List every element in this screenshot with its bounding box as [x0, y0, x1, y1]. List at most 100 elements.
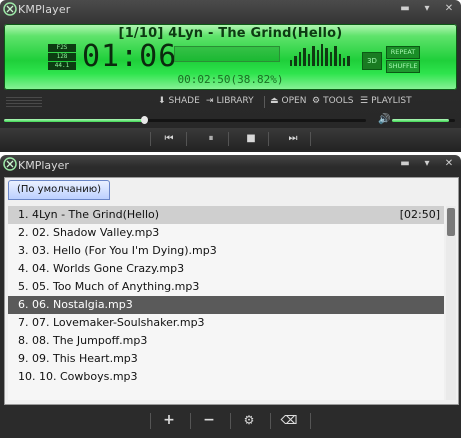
remove-icon[interactable]: −	[198, 410, 220, 430]
playlist-window: KMPlayer ▬ ▾ ✕ (По умолчанию) 1. 4Lyn - …	[0, 155, 461, 438]
speaker-icon[interactable]: 🔊	[378, 114, 390, 126]
playlist-item-label: 10. 10. Cowboys.mp3	[18, 370, 138, 383]
clear-icon[interactable]: ⌫	[278, 410, 300, 430]
volume-fill	[392, 119, 449, 122]
minimize-icon[interactable]: ▬	[399, 158, 411, 170]
playlist-item[interactable]: 4. 04. Worlds Gone Crazy.mp3	[8, 260, 444, 278]
kmplayer-logo-icon	[3, 157, 17, 171]
spectrum-bar	[325, 48, 328, 66]
playlist-item-label: 9. 09. This Heart.mp3	[18, 352, 138, 365]
previous-icon[interactable]: ⏮	[158, 131, 180, 147]
playlist-tab-default[interactable]: (По умолчанию)	[8, 180, 110, 200]
bottom-divider	[190, 413, 191, 429]
list-icon: ☰	[360, 96, 369, 106]
player-window: KMPlayer ▬ ▾ ✕ [1/10] 4Lyn - The Grind(H…	[0, 0, 461, 152]
playlist-list: 1. 4Lyn - The Grind(Hello) [02:50] 2. 02. …	[8, 206, 444, 400]
drag-grip[interactable]	[6, 97, 42, 107]
shade-icon: ⬇	[158, 96, 166, 106]
spectrum-bar	[298, 52, 302, 66]
playlist-item[interactable]: 6. 06. Nostalgia.mp3	[8, 296, 444, 314]
samplerate-badge: 44.1	[48, 62, 76, 70]
bottom-divider	[230, 413, 231, 429]
open-button[interactable]: ⏏ OPEN	[270, 96, 306, 106]
bottom-divider	[310, 413, 311, 429]
playlist-item-label: 4. 04. Worlds Gone Crazy.mp3	[18, 262, 185, 275]
playlist-scrollbar[interactable]	[446, 206, 456, 400]
spectrum-visualizer	[290, 42, 350, 66]
spectrum-bar	[343, 58, 346, 66]
spectrum-bar	[338, 54, 342, 66]
format-badge: F2S	[48, 44, 76, 52]
stream-info-badges: F2S 128 44.1	[48, 44, 76, 71]
playlist-item-label: 8. 08. The Jumpoff.mp3	[18, 334, 148, 347]
transport-divider	[228, 132, 229, 146]
settings-icon[interactable]: ⚙	[238, 410, 260, 430]
playlist-app-title: KMPlayer	[18, 159, 69, 172]
toolbar-divider	[264, 96, 265, 108]
shuffle-button[interactable]: SHUFFLE	[386, 60, 420, 73]
minimize-icon[interactable]: ▬	[399, 3, 411, 15]
spectrum-bar	[290, 60, 293, 66]
seek-handle[interactable]	[141, 116, 148, 124]
repeat-button[interactable]: REPEAT	[386, 46, 420, 59]
close-icon[interactable]: ✕	[443, 158, 455, 170]
playlist-titlebar[interactable]: KMPlayer ▬ ▾ ✕	[0, 155, 461, 175]
playlist-button[interactable]: ☰ PLAYLIST	[360, 96, 412, 106]
app-title: KMPlayer	[18, 3, 71, 16]
playlist-item[interactable]: 2. 02. Shadow Valley.mp3	[8, 224, 444, 242]
playlist-item-duration: [02:50]	[399, 208, 440, 221]
3d-button[interactable]: 3D	[362, 52, 382, 70]
spectrum-bar	[312, 46, 315, 66]
playlist-item[interactable]: 9. 09. This Heart.mp3	[8, 350, 444, 368]
playlist-item[interactable]: 10. 10. Cowboys.mp3	[8, 368, 444, 386]
playlist-panel: (По умолчанию) 1. 4Lyn - The Grind(Hello…	[4, 177, 459, 405]
scrollbar-thumb[interactable]	[447, 208, 455, 236]
spectrum-bar	[334, 46, 337, 66]
player-toolbar: ⬇ SHADE ⇥ LIBRARY ⏏ OPEN ⚙ TOOLS ☰ PLAYLIST	[0, 94, 461, 110]
library-button[interactable]: ⇥ LIBRARY	[206, 96, 254, 106]
tools-button[interactable]: ⚙ TOOLS	[312, 96, 353, 106]
pause-icon[interactable]: ⏸	[200, 131, 222, 147]
transport-divider	[310, 132, 311, 146]
shade-button[interactable]: ⬇ SHADE	[158, 96, 200, 106]
playlist-item[interactable]: 8. 08. The Jumpoff.mp3	[8, 332, 444, 350]
playlist-item-label: 6. 06. Nostalgia.mp3	[18, 298, 133, 311]
add-icon[interactable]: +	[158, 410, 180, 430]
transport-divider	[150, 132, 151, 146]
playlist-item[interactable]: 1. 4Lyn - The Grind(Hello) [02:50]	[8, 206, 444, 224]
playlist-item[interactable]: 7. 07. Lovemaker-Soulshaker.mp3	[8, 314, 444, 332]
time-display[interactable]: 01:06	[82, 39, 177, 74]
now-playing-title: [1/10] 4Lyn - The Grind(Hello)	[118, 26, 343, 41]
close-icon[interactable]: ✕	[443, 3, 455, 15]
playlist-bottom-bar: + − ⚙ ⌫	[0, 407, 461, 435]
bottom-divider	[270, 413, 271, 429]
eject-icon: ⏏	[270, 96, 279, 106]
spectrum-bar	[294, 56, 297, 66]
maximize-icon[interactable]: ▾	[421, 3, 433, 15]
lcd-display: [1/10] 4Lyn - The Grind(Hello) F2S 128 4…	[4, 24, 457, 90]
next-icon[interactable]: ⏭	[282, 131, 304, 147]
transport-divider	[268, 132, 269, 146]
library-icon: ⇥	[206, 96, 214, 106]
spectrum-bar	[316, 50, 319, 66]
bottom-divider	[150, 413, 151, 429]
playlist-item-label: 3. 03. Hello (For You I'm Dying).mp3	[18, 244, 217, 257]
spectrum-bar	[347, 56, 350, 66]
playlist-item[interactable]: 5. 05. Too Much of Anything.mp3	[8, 278, 444, 296]
seek-area: 🔊	[0, 114, 461, 126]
playlist-item-label: 2. 02. Shadow Valley.mp3	[18, 226, 160, 239]
spectrum-bar	[307, 54, 311, 66]
kmplayer-logo-icon	[3, 2, 17, 16]
dropdown-icon[interactable]: ▾	[421, 158, 433, 170]
playlist-item-label: 7. 07. Lovemaker-Soulshaker.mp3	[18, 316, 205, 329]
transport-controls: ⏮ ⏸ ■ ⏭	[0, 128, 461, 150]
bitrate-badge: 128	[48, 53, 76, 61]
playlist-item[interactable]: 3. 03. Hello (For You I'm Dying).mp3	[8, 242, 444, 260]
spectrum-bar	[320, 44, 324, 66]
player-titlebar[interactable]: KMPlayer ▬ ▾ ✕	[0, 0, 461, 20]
progress-readout: 00:02:50(38.82%)	[177, 73, 284, 86]
spectrum-bar	[329, 52, 333, 66]
transport-divider	[186, 132, 187, 146]
stop-icon[interactable]: ■	[240, 131, 262, 147]
lcd-info-box	[174, 46, 280, 62]
